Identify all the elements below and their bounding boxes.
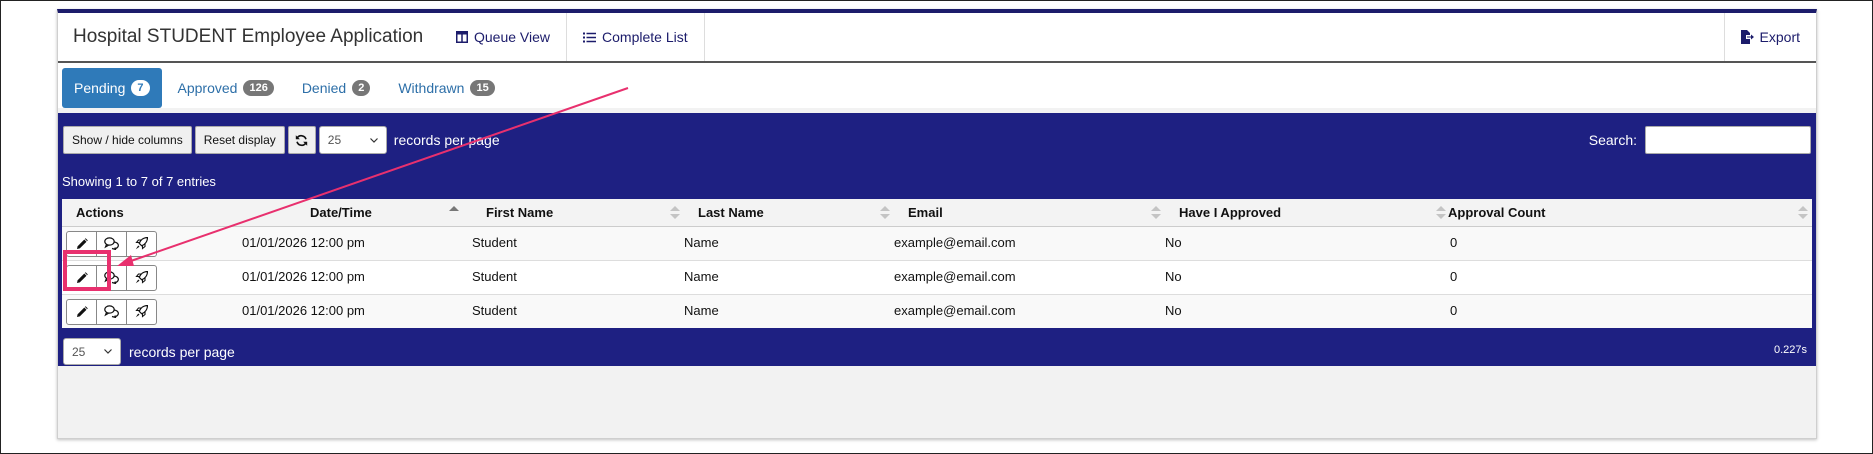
submit-button[interactable] [126, 264, 157, 291]
tab-withdrawn[interactable]: Withdrawn 15 [386, 68, 506, 108]
tab-pending[interactable]: Pending 7 [62, 68, 162, 108]
tab-approved[interactable]: Approved 126 [166, 68, 286, 108]
col-last-name[interactable]: Last Name [684, 199, 894, 227]
comments-icon [104, 305, 119, 318]
records-table: Actions Date/Time First Name Last Name E… [62, 199, 1812, 328]
table-footer: 25 records per page [63, 338, 235, 365]
refresh-button[interactable] [287, 126, 316, 154]
col-first-name[interactable]: First Name [472, 199, 684, 227]
page-length-value: 25 [72, 344, 86, 359]
refresh-icon [296, 134, 308, 146]
list-icon [583, 32, 597, 42]
export-label: Export [1759, 29, 1800, 45]
reset-display-button[interactable]: Reset display [194, 126, 285, 154]
page-length-select[interactable]: 25 [318, 126, 387, 154]
datetime-cell: 01/01/2026 12:00 pm [242, 293, 472, 328]
comments-icon [104, 237, 119, 250]
tab-label: Denied [301, 80, 347, 96]
action-buttons [66, 298, 242, 325]
col-actions: Actions [62, 199, 242, 227]
approved-cell: No [1165, 259, 1450, 294]
search-input[interactable] [1645, 126, 1811, 154]
email-cell: example@email.com [894, 293, 1165, 328]
actions-cell [62, 225, 242, 260]
email-cell: example@email.com [894, 259, 1165, 294]
data-table-container: Show / hide columns Reset display 25 rec… [58, 113, 1816, 366]
entries-info: Showing 1 to 7 of 7 entries [62, 174, 216, 189]
chevron-down-icon [369, 137, 378, 143]
search-label: Search: [1588, 132, 1637, 148]
first-name-cell: Student [472, 259, 684, 294]
page-length-value: 25 [327, 133, 342, 147]
actions-cell [62, 259, 242, 294]
queue-view-button[interactable]: Queue View [446, 13, 568, 61]
complete-list-label: Complete List [602, 29, 688, 45]
approval-count-cell: 0 [1450, 225, 1812, 260]
col-datetime[interactable]: Date/Time [242, 199, 472, 227]
edit-button[interactable] [66, 264, 97, 291]
table-toolbar: Show / hide columns Reset display 25 rec… [63, 126, 500, 154]
file-export-icon [1740, 30, 1754, 44]
last-name-cell: Name [684, 259, 894, 294]
count-badge: 7 [131, 80, 150, 96]
tab-denied[interactable]: Denied 2 [290, 68, 383, 108]
submit-button[interactable] [126, 298, 157, 325]
first-name-cell: Student [472, 225, 684, 260]
last-name-cell: Name [684, 293, 894, 328]
count-badge: 2 [352, 80, 371, 96]
records-per-page-label: records per page [393, 132, 500, 148]
approval-count-cell: 0 [1450, 259, 1812, 294]
edit-button[interactable] [66, 230, 97, 257]
app-title: Hospital STUDENT Employee Application [73, 26, 424, 47]
comments-button[interactable] [96, 298, 127, 325]
datetime-cell: 01/01/2026 12:00 pm [242, 259, 472, 294]
approved-cell: No [1165, 225, 1450, 260]
rocket-icon [135, 305, 148, 318]
status-tabs: Pending 7 Approved 126 Denied 2 Withdraw… [58, 63, 1816, 108]
col-approval-count[interactable]: Approval Count [1448, 199, 1812, 227]
tab-label: Pending [74, 80, 126, 96]
complete-list-button[interactable]: Complete List [567, 13, 705, 61]
queue-view-label: Queue View [474, 29, 551, 45]
action-buttons [66, 230, 242, 257]
table-row: 01/01/2026 12:00 pm Student Name example… [62, 225, 1812, 260]
search-area: Search: [1589, 126, 1811, 154]
tab-label: Approved [177, 80, 238, 96]
rocket-icon [135, 271, 148, 284]
table-header-row: Actions Date/Time First Name Last Name E… [62, 199, 1812, 227]
pencil-icon [76, 305, 88, 317]
comments-icon [104, 271, 119, 284]
table-row: 01/01/2026 12:00 pm Student Name example… [62, 259, 1812, 294]
edit-button[interactable] [66, 298, 97, 325]
pencil-icon [76, 271, 88, 283]
columns-icon [456, 31, 468, 43]
email-cell: example@email.com [894, 225, 1165, 260]
pencil-icon [76, 237, 88, 249]
export-button[interactable]: Export [1723, 13, 1816, 61]
count-badge: 15 [470, 80, 495, 96]
count-badge: 126 [243, 80, 274, 96]
footer-page-length-select[interactable]: 25 [63, 338, 121, 365]
datetime-cell: 01/01/2026 12:00 pm [242, 225, 472, 260]
rocket-icon [135, 237, 148, 250]
records-per-page-label: records per page [129, 343, 235, 360]
app-panel: Hospital STUDENT Employee Application Qu… [57, 9, 1817, 439]
comments-button[interactable] [96, 230, 127, 257]
approved-cell: No [1165, 293, 1450, 328]
actions-cell [62, 293, 242, 328]
tab-label: Withdrawn [398, 80, 465, 96]
table-row: 01/01/2026 12:00 pm Student Name example… [62, 293, 1812, 328]
top-bar: Hospital STUDENT Employee Application Qu… [58, 13, 1816, 63]
first-name-cell: Student [472, 293, 684, 328]
chevron-down-icon [104, 349, 112, 354]
submit-button[interactable] [126, 230, 157, 257]
col-have-i-approved[interactable]: Have I Approved [1165, 199, 1450, 227]
last-name-cell: Name [684, 225, 894, 260]
load-time: 0.227s [1773, 344, 1807, 356]
comments-button[interactable] [96, 264, 127, 291]
col-email[interactable]: Email [894, 199, 1165, 227]
action-buttons [66, 264, 242, 291]
show-hide-columns-button[interactable]: Show / hide columns [63, 126, 192, 154]
approval-count-cell: 0 [1450, 293, 1812, 328]
